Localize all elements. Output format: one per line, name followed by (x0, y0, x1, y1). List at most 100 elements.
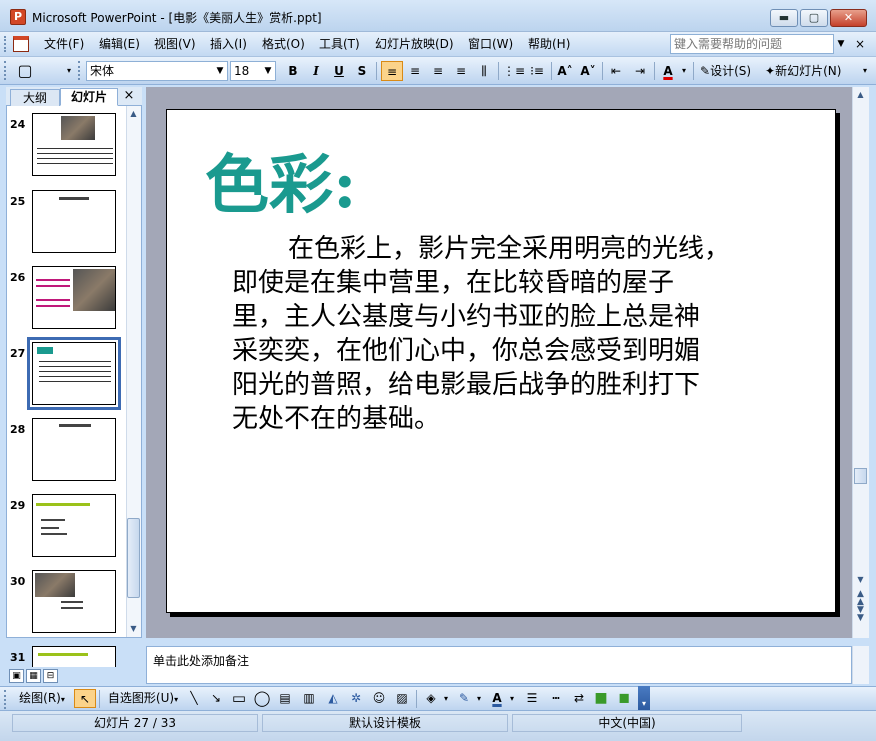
shadow-button[interactable]: S (353, 61, 371, 81)
slideshow-view-icon[interactable]: ⊟ (43, 669, 58, 683)
toolbar-grip-handle[interactable] (4, 61, 7, 80)
line-style-icon[interactable]: ☰ (522, 689, 542, 708)
toolbar-options-icon[interactable]: ▾ (638, 686, 650, 710)
slide-thumbnail-25[interactable] (32, 190, 116, 253)
thumbnail-scroll-thumb[interactable] (127, 518, 140, 598)
scroll-down-arrow-icon[interactable]: ▼ (127, 622, 140, 636)
previous-slide-icon[interactable]: ▲ ▲ (853, 590, 868, 607)
font-color-button[interactable]: A (658, 61, 678, 81)
document-icon[interactable] (13, 36, 29, 52)
fill-color-icon[interactable]: ◈ (422, 689, 440, 708)
close-window-button[interactable]: ✕ (830, 9, 867, 27)
slide-body-text[interactable]: 在色彩上，影片完全采用明亮的光线， 即使是在集中营里，在比较昏暗的屋子 里，主人… (232, 232, 792, 436)
slide-thumbnail-26[interactable] (32, 266, 116, 329)
slide-scrollbar[interactable] (852, 87, 869, 638)
menu-insert[interactable]: 插入(I) (208, 36, 249, 52)
toolbar-grip-handle[interactable] (4, 690, 7, 709)
tab-slides[interactable]: 幻灯片 (60, 88, 118, 106)
slide-scroll-thumb[interactable] (854, 468, 867, 484)
insert-picture-tool-icon[interactable]: ▨ (393, 689, 411, 708)
chevron-down-icon[interactable]: ▾ (441, 689, 451, 708)
minimize-button[interactable]: ▬ (770, 9, 798, 27)
thumbnail-text-lines (41, 527, 59, 529)
chevron-down-icon[interactable]: ▼ (261, 62, 275, 80)
toolbar-grip-handle[interactable] (78, 61, 81, 80)
slide-thumbnail-24[interactable] (32, 113, 116, 176)
decrease-indent-button[interactable]: ⇤ (606, 61, 626, 81)
shadow-style-icon[interactable]: ■ (592, 689, 610, 708)
slide-thumbnail-30[interactable] (32, 570, 116, 633)
vertical-text-box-tool-icon[interactable]: ▥ (300, 689, 318, 708)
clip-art-tool-icon[interactable]: ☺ (370, 689, 388, 708)
slide-thumbnail-31[interactable] (32, 646, 116, 667)
diagram-tool-icon[interactable]: ✲ (347, 689, 365, 708)
notes-pane[interactable]: 单击此处添加备注 (146, 646, 852, 684)
font-name-select[interactable]: 宋体 (86, 61, 228, 81)
normal-view-icon[interactable]: ▣ (9, 669, 24, 683)
bold-button[interactable]: B (284, 61, 302, 81)
slide-thumbnail-27[interactable] (27, 337, 121, 410)
bullets-button[interactable]: ⁝≡ (527, 61, 547, 81)
chevron-down-icon[interactable]: ▾ (507, 689, 517, 708)
new-slide-button[interactable]: ✦新幻灯片(N) (765, 61, 857, 81)
line-color-icon[interactable]: ✎ (455, 689, 473, 708)
slide-thumbnail-29[interactable] (32, 494, 116, 557)
align-right-button[interactable]: ≡ (428, 61, 448, 81)
arrow-tool-icon[interactable]: ↘ (207, 689, 225, 708)
status-design-template[interactable]: 默认设计模板 (262, 714, 508, 732)
select-objects-arrow-icon[interactable]: ↖ (74, 689, 96, 708)
justify-button[interactable]: ≡ (451, 61, 471, 81)
text-box-tool-icon[interactable]: ▤ (276, 689, 294, 708)
menu-tools[interactable]: 工具(T) (317, 36, 362, 52)
toolbar-options-icon[interactable]: ▾ (64, 61, 74, 81)
menu-edit[interactable]: 编辑(E) (97, 36, 142, 52)
tab-outline[interactable]: 大纲 (10, 89, 60, 106)
increase-indent-button[interactable]: ⇥ (630, 61, 650, 81)
new-document-button[interactable]: ▢ (14, 61, 36, 81)
oval-tool-icon[interactable]: ◯ (252, 689, 272, 708)
autoshapes-menu-button[interactable]: 自选图形(U)▾ (104, 689, 182, 708)
font-color-draw-icon[interactable]: A (488, 689, 506, 708)
design-button[interactable]: ✎设计(S) (700, 61, 760, 81)
close-document-button[interactable]: × (853, 36, 867, 52)
line-tool-icon[interactable]: ╲ (185, 689, 203, 708)
numbering-button[interactable]: ⋮≡ (503, 61, 525, 81)
3d-style-icon[interactable]: ◼ (615, 689, 633, 708)
arrow-style-icon[interactable]: ⇄ (569, 689, 589, 708)
chevron-down-icon[interactable]: ▾ (474, 689, 484, 708)
menu-slideshow[interactable]: 幻灯片放映(D) (373, 36, 456, 52)
distributed-align-button[interactable]: ⫼ (474, 61, 494, 81)
toolbar-options-icon[interactable]: ▾ (860, 61, 870, 81)
scroll-up-arrow-icon[interactable]: ▲ (127, 107, 140, 121)
menu-window[interactable]: 窗口(W) (466, 36, 515, 52)
wordart-tool-icon[interactable]: ◭ (324, 689, 342, 708)
menu-grip-handle[interactable] (4, 36, 7, 52)
scroll-down-arrow-icon[interactable]: ▼ (853, 573, 868, 587)
align-left-button[interactable]: ≡ (381, 61, 403, 81)
scroll-up-arrow-icon[interactable]: ▲ (853, 88, 868, 102)
underline-button[interactable]: U (330, 61, 348, 81)
chevron-down-icon[interactable]: ▼ (835, 36, 847, 52)
shrink-font-button[interactable]: A˅ (578, 61, 598, 81)
menu-format[interactable]: 格式(O) (260, 36, 307, 52)
dash-style-icon[interactable]: ┅ (546, 689, 566, 708)
draw-menu-button[interactable]: 绘图(R)▾ (12, 689, 72, 708)
chevron-down-icon[interactable]: ▼ (213, 62, 227, 80)
menu-file[interactable]: 文件(F) (42, 36, 86, 52)
next-slide-icon[interactable]: ▼ ▼ (853, 606, 868, 623)
powerpoint-app-icon[interactable]: P (10, 9, 26, 25)
italic-button[interactable]: I (307, 61, 325, 81)
rectangle-tool-icon[interactable]: ▭ (230, 689, 248, 708)
notes-scrollbar[interactable] (852, 646, 869, 684)
align-center-button[interactable]: ≡ (405, 61, 425, 81)
menu-help[interactable]: 帮助(H) (526, 36, 572, 52)
menu-view[interactable]: 视图(V) (152, 36, 198, 52)
maximize-button[interactable]: ▢ (800, 9, 828, 27)
slide-thumbnail-28[interactable] (32, 418, 116, 481)
slide-sorter-view-icon[interactable]: ▦ (26, 669, 41, 683)
slide-title[interactable]: 色彩: (205, 150, 357, 222)
chevron-down-icon[interactable]: ▾ (679, 61, 689, 81)
grow-font-button[interactable]: A˄ (555, 61, 575, 81)
close-panel-button[interactable]: × (121, 88, 137, 104)
help-search-input[interactable]: 键入需要帮助的问题 (670, 34, 834, 54)
